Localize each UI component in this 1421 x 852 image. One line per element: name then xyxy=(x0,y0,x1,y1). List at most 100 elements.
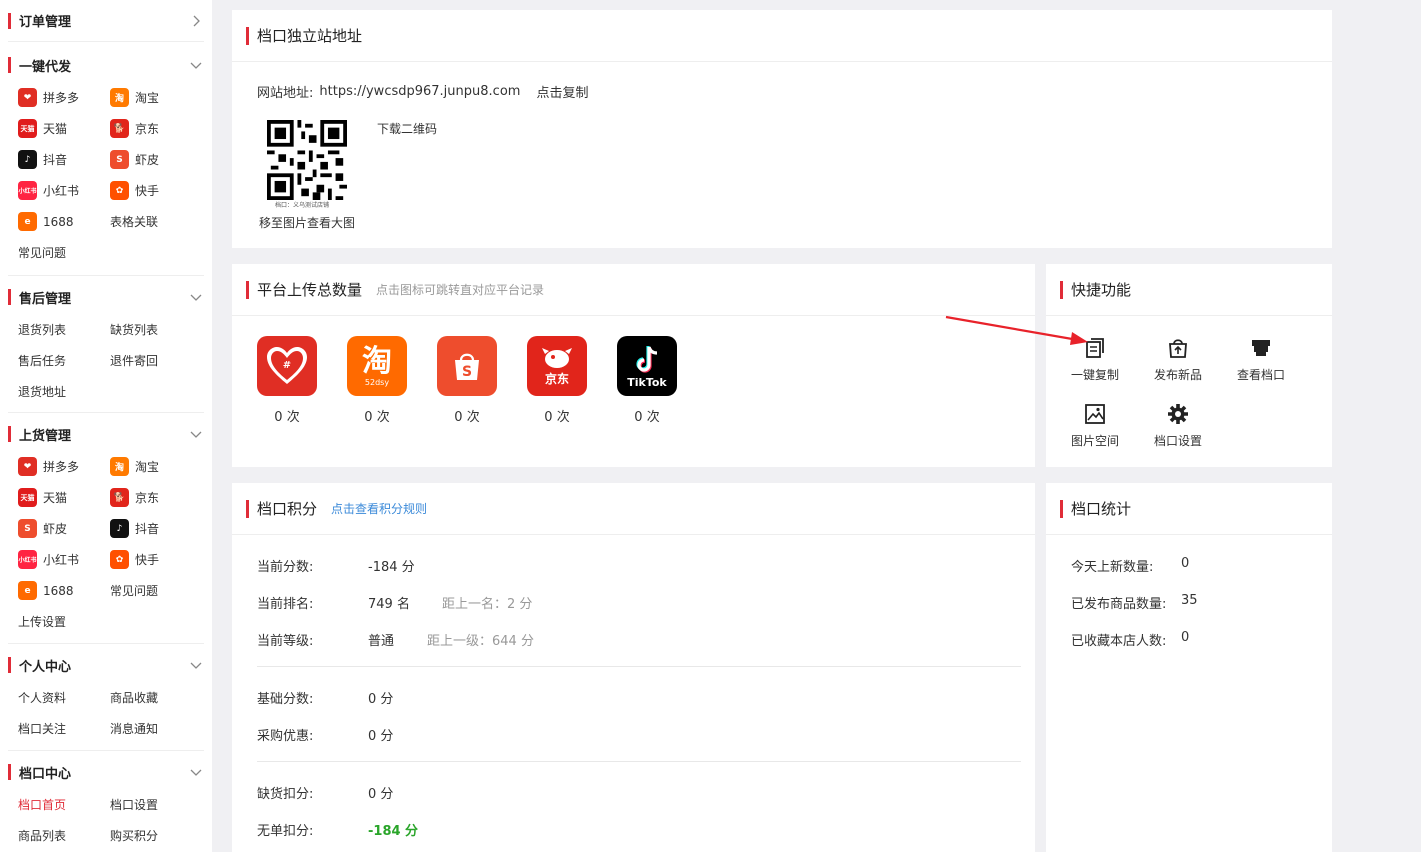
xiaohongshu-icon: 小红书 xyxy=(18,181,37,200)
sidebar-item-tmall[interactable]: 天猫 天猫 xyxy=(8,482,100,513)
sidebar-item-shopee[interactable]: S 虾皮 xyxy=(8,513,100,544)
points-rule-link[interactable]: 点击查看积分规则 xyxy=(331,500,427,517)
sidebar-item-jd[interactable]: 🐕 京东 xyxy=(100,113,192,144)
image-icon xyxy=(1085,404,1105,424)
quick-panel: 快捷功能 一键复制 发布新品 查看档口 图片空间 档口设置 xyxy=(1046,264,1332,467)
sidebar-item-1688[interactable]: e 1688 xyxy=(8,206,100,237)
download-qr-button[interactable]: 下载二维码 xyxy=(377,120,437,137)
sidebar-item-label: 拼多多 xyxy=(43,460,80,474)
platforms-panel-title: 平台上传总数量 点击图标可跳转直对应平台记录 xyxy=(232,264,1035,316)
sidebar-header-stall[interactable]: 档口中心 xyxy=(8,751,204,793)
no-order-deduction-label: 无单扣分: xyxy=(257,824,314,839)
sidebar-item-favorites[interactable]: 商品收藏 xyxy=(100,682,192,713)
sidebar-item-taobao[interactable]: 淘淘宝 xyxy=(100,82,192,113)
sidebar-item-label: 常见问题 xyxy=(18,246,67,260)
tmall-icon: 天猫 xyxy=(18,488,37,507)
sidebar-item-douyin[interactable]: ♪ 抖音 xyxy=(100,513,192,544)
quick-label: 一键复制 xyxy=(1070,368,1119,382)
sidebar-header-personal[interactable]: 个人中心 xyxy=(8,644,204,686)
sidebar-item-pdd[interactable]: ❤ 拼多多 xyxy=(8,451,100,482)
site-url[interactable]: https://ywcsdp967.junpu8.com xyxy=(319,84,520,99)
sidebar-item-pdd[interactable]: ❤ 拼多多 xyxy=(8,82,100,113)
level-gap: 距上一级：644 分 xyxy=(427,634,534,649)
jd-logo-icon: 京东 xyxy=(527,336,587,396)
no-order-deduction-value: -184 分 xyxy=(368,824,419,839)
sidebar-header-order[interactable]: 订单管理 xyxy=(8,0,204,42)
sidebar-item-xhs[interactable]: 小红书 小红书 xyxy=(8,544,100,575)
sidebar-item-sheet[interactable]: 表格关联 xyxy=(100,206,192,237)
jd-icon: 🐕 xyxy=(110,119,129,138)
chevron-down-icon xyxy=(188,764,204,780)
sidebar-item-1688[interactable]: e 1688 xyxy=(8,575,100,606)
divider xyxy=(257,666,1021,667)
sidebar-item-buy-points[interactable]: 购买积分 xyxy=(100,820,192,851)
sidebar-item-stall-settings[interactable]: 档口设置 xyxy=(100,789,192,820)
favorited-count-label: 已收藏本店人数: xyxy=(1071,634,1167,649)
sidebar-item-label: 淘宝 xyxy=(135,91,160,105)
sidebar-item-label: 抖音 xyxy=(135,522,160,536)
sidebar-item-jd[interactable]: 🐕 京东 xyxy=(100,482,192,513)
sidebar-item-faq[interactable]: 常见问题 xyxy=(8,237,100,268)
sidebar-item-label: 售后任务 xyxy=(18,354,67,368)
douyin-icon: ♪ xyxy=(18,150,37,169)
sidebar-item-upload-settings[interactable]: 上传设置 xyxy=(8,606,100,637)
sidebar-item-return-address[interactable]: 退货地址 xyxy=(8,376,100,407)
sidebar-item-shopee[interactable]: S 虾皮 xyxy=(100,144,192,175)
sidebar-item-tasks[interactable]: 售后任务 xyxy=(8,345,100,376)
sidebar-item-label: 上传设置 xyxy=(18,615,67,629)
sidebar-item-profile[interactable]: 个人资料 xyxy=(8,682,100,713)
platform-tiktok[interactable]: TikTok 0 次 xyxy=(617,336,677,425)
sidebar-item-label: 表格关联 xyxy=(110,215,159,229)
sidebar-item-xhs[interactable]: 小红书 小红书 xyxy=(8,175,100,206)
sidebar-item-label: 缺货列表 xyxy=(110,323,159,337)
sidebar-item-label: 商品列表 xyxy=(18,829,67,843)
site-panel: 档口独立站地址 网站地址: https://ywcsdp967.junpu8.c… xyxy=(232,10,1332,248)
sidebar-header-dropship[interactable]: 一键代发 xyxy=(8,44,204,86)
platforms-panel: 平台上传总数量 点击图标可跳转直对应平台记录 # 0 次 淘 52dsy 0 次… xyxy=(232,264,1035,467)
sidebar-item-kuaishou[interactable]: ✿ 快手 xyxy=(100,544,192,575)
view-stall-button[interactable]: 查看档口 xyxy=(1228,336,1294,383)
divider xyxy=(257,761,1021,762)
sidebar-item-products[interactable]: 商品列表 xyxy=(8,820,100,851)
1688-icon: e xyxy=(18,212,37,231)
sidebar-title-upload: 上货管理 xyxy=(8,425,71,444)
platform-taobao[interactable]: 淘 52dsy 0 次 xyxy=(347,336,407,425)
tiktok-logo-text: TikTok xyxy=(627,375,667,389)
sidebar-item-label: 1688 xyxy=(43,583,74,598)
kuaishou-icon: ✿ xyxy=(110,181,129,200)
sidebar-item-follows[interactable]: 档口关注 xyxy=(8,713,100,744)
sidebar-item-faq[interactable]: 常见问题 xyxy=(100,575,192,606)
sidebar-header-upload[interactable]: 上货管理 xyxy=(8,413,204,455)
current-score-label: 当前分数: xyxy=(257,560,314,575)
sidebar-item-notifications[interactable]: 消息通知 xyxy=(100,713,192,744)
platform-count: 0 次 xyxy=(364,410,390,425)
stockout-deduction-value: 0 分 xyxy=(368,787,394,802)
sidebar-item-sendback[interactable]: 退件寄回 xyxy=(100,345,192,376)
sidebar-item-label: 小红书 xyxy=(43,553,80,567)
sidebar-item-taobao[interactable]: 淘淘宝 xyxy=(100,451,192,482)
taobao-logo-icon: 淘 52dsy xyxy=(347,336,407,396)
sidebar-item-kuaishou[interactable]: ✿ 快手 xyxy=(100,175,192,206)
sidebar-item-returns[interactable]: 退货列表 xyxy=(8,314,100,345)
platform-shopee[interactable]: S 0 次 xyxy=(437,336,497,425)
publish-new-button[interactable]: 发布新品 xyxy=(1145,336,1211,383)
sidebar-item-stall-home[interactable]: 档口首页 xyxy=(8,789,100,820)
panel-title: 快捷功能 xyxy=(1071,281,1132,299)
sidebar-item-stockout[interactable]: 缺货列表 xyxy=(100,314,192,345)
image-space-button[interactable]: 图片空间 xyxy=(1062,402,1128,449)
qr-code-image[interactable] xyxy=(267,120,347,200)
level-value: 普通 xyxy=(368,634,395,649)
purchase-discount-label: 采购优惠: xyxy=(257,729,314,744)
copy-link-button[interactable]: 点击复制 xyxy=(536,82,588,101)
panel-title: 档口独立站地址 xyxy=(257,27,363,45)
sidebar-header-aftersale[interactable]: 售后管理 xyxy=(8,276,204,318)
sidebar-item-tmall[interactable]: 天猫 天猫 xyxy=(8,113,100,144)
sidebar-item-douyin[interactable]: ♪ 抖音 xyxy=(8,144,100,175)
sidebar-item-label: 小红书 xyxy=(43,184,80,198)
published-count-label: 已发布商品数量: xyxy=(1071,597,1167,612)
stall-settings-button[interactable]: 档口设置 xyxy=(1145,402,1211,449)
platform-jd[interactable]: 京东 0 次 xyxy=(527,336,587,425)
platform-count: 0 次 xyxy=(274,410,300,425)
platform-pinduoduo[interactable]: # 0 次 xyxy=(257,336,317,425)
panel-title: 档口积分 xyxy=(257,500,318,518)
